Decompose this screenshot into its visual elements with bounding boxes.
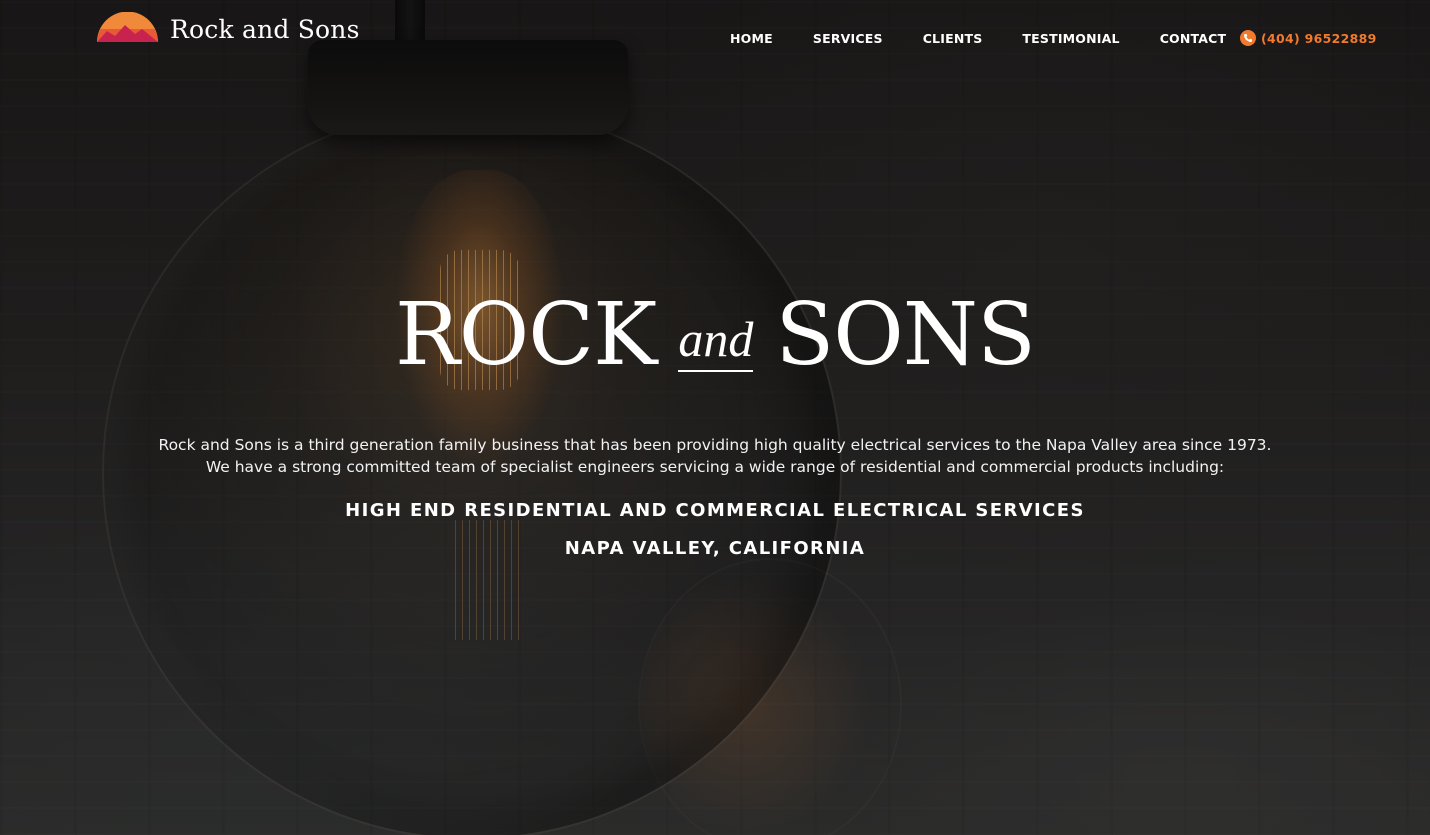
hero-tagline: HIGH END RESIDENTIAL AND COMMERCIAL ELEC… (345, 500, 1085, 521)
hero-description: Rock and Sons is a third generation fami… (0, 434, 1430, 478)
nav-testimonial[interactable]: TESTIMONIAL (1022, 31, 1119, 46)
hero-title: ROCK and SONS (0, 292, 1430, 380)
phone-icon (1240, 30, 1256, 46)
main-nav: HOME SERVICES CLIENTS TESTIMONIAL CONTAC… (730, 31, 1226, 46)
hero-title-rock: ROCK (395, 285, 657, 385)
hero-title-sons: SONS (775, 285, 1036, 385)
nav-services[interactable]: SERVICES (813, 31, 883, 46)
nav-home[interactable]: HOME (730, 31, 773, 46)
sunset-mountain-logo-icon (97, 12, 158, 42)
brand-name: Rock and Sons (170, 14, 360, 44)
hero-background (0, 0, 1430, 835)
nav-clients[interactable]: CLIENTS (923, 31, 983, 46)
hero-description-line-1: Rock and Sons is a third generation fami… (158, 436, 1272, 454)
nav-contact[interactable]: CONTACT (1160, 31, 1227, 46)
hero-location: NAPA VALLEY, CALIFORNIA (564, 538, 866, 559)
hero-description-line-2: We have a strong committed team of speci… (205, 458, 1225, 476)
phone-number: (404) 96522889 (1261, 30, 1377, 46)
hero-title-and: and (678, 310, 754, 372)
phone-link[interactable]: (404) 96522889 (1240, 30, 1377, 46)
logo-link[interactable]: Rock and Sons (95, 12, 360, 44)
dark-overlay (0, 0, 1430, 835)
